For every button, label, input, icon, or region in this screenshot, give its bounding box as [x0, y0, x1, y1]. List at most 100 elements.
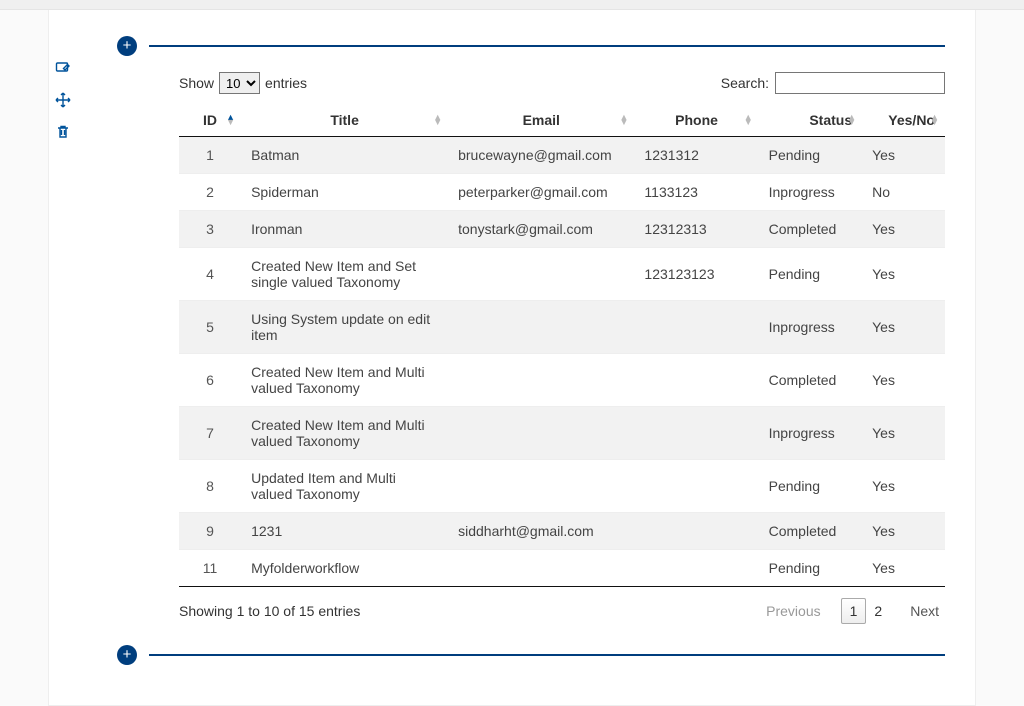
table-cell: Yes: [862, 550, 945, 587]
table-cell: Batman: [241, 137, 448, 174]
data-table: ID ▲▼ Title ▲▼ Email ▲▼ Phone ▲▼: [179, 104, 945, 587]
col-header-phone-label: Phone: [675, 112, 718, 128]
table-cell: Yes: [862, 137, 945, 174]
table-row[interactable]: 6Created New Item and Multi valued Taxon…: [179, 354, 945, 407]
table-row[interactable]: 7Created New Item and Multi valued Taxon…: [179, 407, 945, 460]
table-row[interactable]: 8Updated Item and Multi valued TaxonomyP…: [179, 460, 945, 513]
table-body: 1Batmanbrucewayne@gmail.com1231312 Pendin…: [179, 137, 945, 587]
search-input[interactable]: [775, 72, 945, 94]
table-cell: 3: [179, 211, 241, 248]
sort-icon: ▲▼: [847, 115, 856, 125]
table-cell: Yes: [862, 354, 945, 407]
table-cell: Inprogress: [759, 301, 863, 354]
col-header-status[interactable]: Status ▲▼: [759, 104, 863, 137]
table-row[interactable]: 91231siddharht@gmail.comCompletedYes: [179, 513, 945, 550]
table-cell: 7: [179, 407, 241, 460]
webpart-page: Show 10 entries Search: ID: [48, 10, 976, 706]
col-header-title-label: Title: [330, 112, 359, 128]
table-cell: 4: [179, 248, 241, 301]
table-cell: 11: [179, 550, 241, 587]
table-cell: Yes: [862, 211, 945, 248]
table-cell: [448, 248, 634, 301]
table-cell: Created New Item and Set single valued T…: [241, 248, 448, 301]
table-cell: 1133123: [634, 174, 758, 211]
length-prefix: Show: [179, 75, 214, 91]
page-number[interactable]: 2: [866, 599, 890, 623]
divider-line: [149, 45, 945, 47]
table-cell: 5: [179, 301, 241, 354]
table-cell: Completed: [759, 211, 863, 248]
move-icon[interactable]: [55, 92, 71, 108]
delete-icon[interactable]: [55, 124, 71, 140]
search-filter: Search:: [721, 72, 945, 94]
datatable-header: Show 10 entries Search:: [179, 72, 945, 94]
page-number[interactable]: 1: [841, 598, 867, 624]
sort-icon: ▲▼: [620, 115, 629, 125]
table-cell: 6: [179, 354, 241, 407]
sort-icon: ▲▼: [744, 115, 753, 125]
table-cell: Yes: [862, 301, 945, 354]
col-header-yesno[interactable]: Yes/No ▲▼: [862, 104, 945, 137]
previous-button[interactable]: Previous: [760, 599, 826, 623]
table-cell: [448, 460, 634, 513]
section-divider-top: [117, 36, 945, 56]
table-cell: Created New Item and Multi valued Taxono…: [241, 407, 448, 460]
table-cell: Yes: [862, 460, 945, 513]
table-cell: Pending: [759, 460, 863, 513]
table-cell: Myfolderworkflow: [241, 550, 448, 587]
sort-icon: ▲▼: [226, 115, 235, 125]
table-cell: [634, 301, 758, 354]
col-header-title[interactable]: Title ▲▼: [241, 104, 448, 137]
table-row[interactable]: 4Created New Item and Set single valued …: [179, 248, 945, 301]
window-chrome-top: [0, 0, 1024, 10]
table-cell: Completed: [759, 513, 863, 550]
length-suffix: entries: [265, 75, 307, 91]
col-header-email-label: Email: [523, 112, 560, 128]
sort-icon: ▲▼: [930, 115, 939, 125]
sort-icon: ▲▼: [433, 115, 442, 125]
section-divider-bottom: [117, 645, 945, 665]
table-row[interactable]: 5Using System update on edit item Inprogr…: [179, 301, 945, 354]
table-row[interactable]: 3Ironmantonystark@gmail.com12312313Compl…: [179, 211, 945, 248]
table-cell: [448, 301, 634, 354]
table-cell: Created New Item and Multi valued Taxono…: [241, 354, 448, 407]
table-row[interactable]: 2Spidermanpeterparker@gmail.com1133123In…: [179, 174, 945, 211]
table-cell: 12312313: [634, 211, 758, 248]
table-cell: Inprogress: [759, 407, 863, 460]
table-cell: [448, 407, 634, 460]
table-row[interactable]: 11Myfolderworkflow PendingYes: [179, 550, 945, 587]
search-label: Search:: [721, 75, 769, 91]
table-cell: 1231312: [634, 137, 758, 174]
add-section-button-bottom[interactable]: [117, 645, 137, 665]
table-cell: 9: [179, 513, 241, 550]
table-cell: 2: [179, 174, 241, 211]
table-cell: peterparker@gmail.com: [448, 174, 634, 211]
header-row: ID ▲▼ Title ▲▼ Email ▲▼ Phone ▲▼: [179, 104, 945, 137]
col-header-id[interactable]: ID ▲▼: [179, 104, 241, 137]
col-header-yesno-label: Yes/No: [888, 112, 935, 128]
pagination: Previous 12 Next: [760, 599, 945, 623]
table-cell: siddharht@gmail.com: [448, 513, 634, 550]
table-cell: [634, 354, 758, 407]
table-cell: Pending: [759, 550, 863, 587]
add-section-button-top[interactable]: [117, 36, 137, 56]
col-header-email[interactable]: Email ▲▼: [448, 104, 634, 137]
table-cell: brucewayne@gmail.com: [448, 137, 634, 174]
next-button[interactable]: Next: [904, 599, 945, 623]
table-row[interactable]: 1Batmanbrucewayne@gmail.com1231312Pendin…: [179, 137, 945, 174]
table-cell: Yes: [862, 248, 945, 301]
table-cell: 1: [179, 137, 241, 174]
table-cell: Using System update on edit item: [241, 301, 448, 354]
datatable-wrapper: Show 10 entries Search: ID: [179, 72, 945, 623]
col-header-status-label: Status: [809, 112, 852, 128]
webpart-mini-toolbar: [55, 60, 71, 140]
table-cell: [448, 550, 634, 587]
table-cell: Pending: [759, 248, 863, 301]
table-cell: 1231: [241, 513, 448, 550]
table-cell: Completed: [759, 354, 863, 407]
length-select[interactable]: 10: [219, 72, 260, 94]
edit-icon[interactable]: [55, 60, 71, 76]
table-cell: 8: [179, 460, 241, 513]
col-header-phone[interactable]: Phone ▲▼: [634, 104, 758, 137]
table-info: Showing 1 to 10 of 15 entries: [179, 603, 360, 619]
